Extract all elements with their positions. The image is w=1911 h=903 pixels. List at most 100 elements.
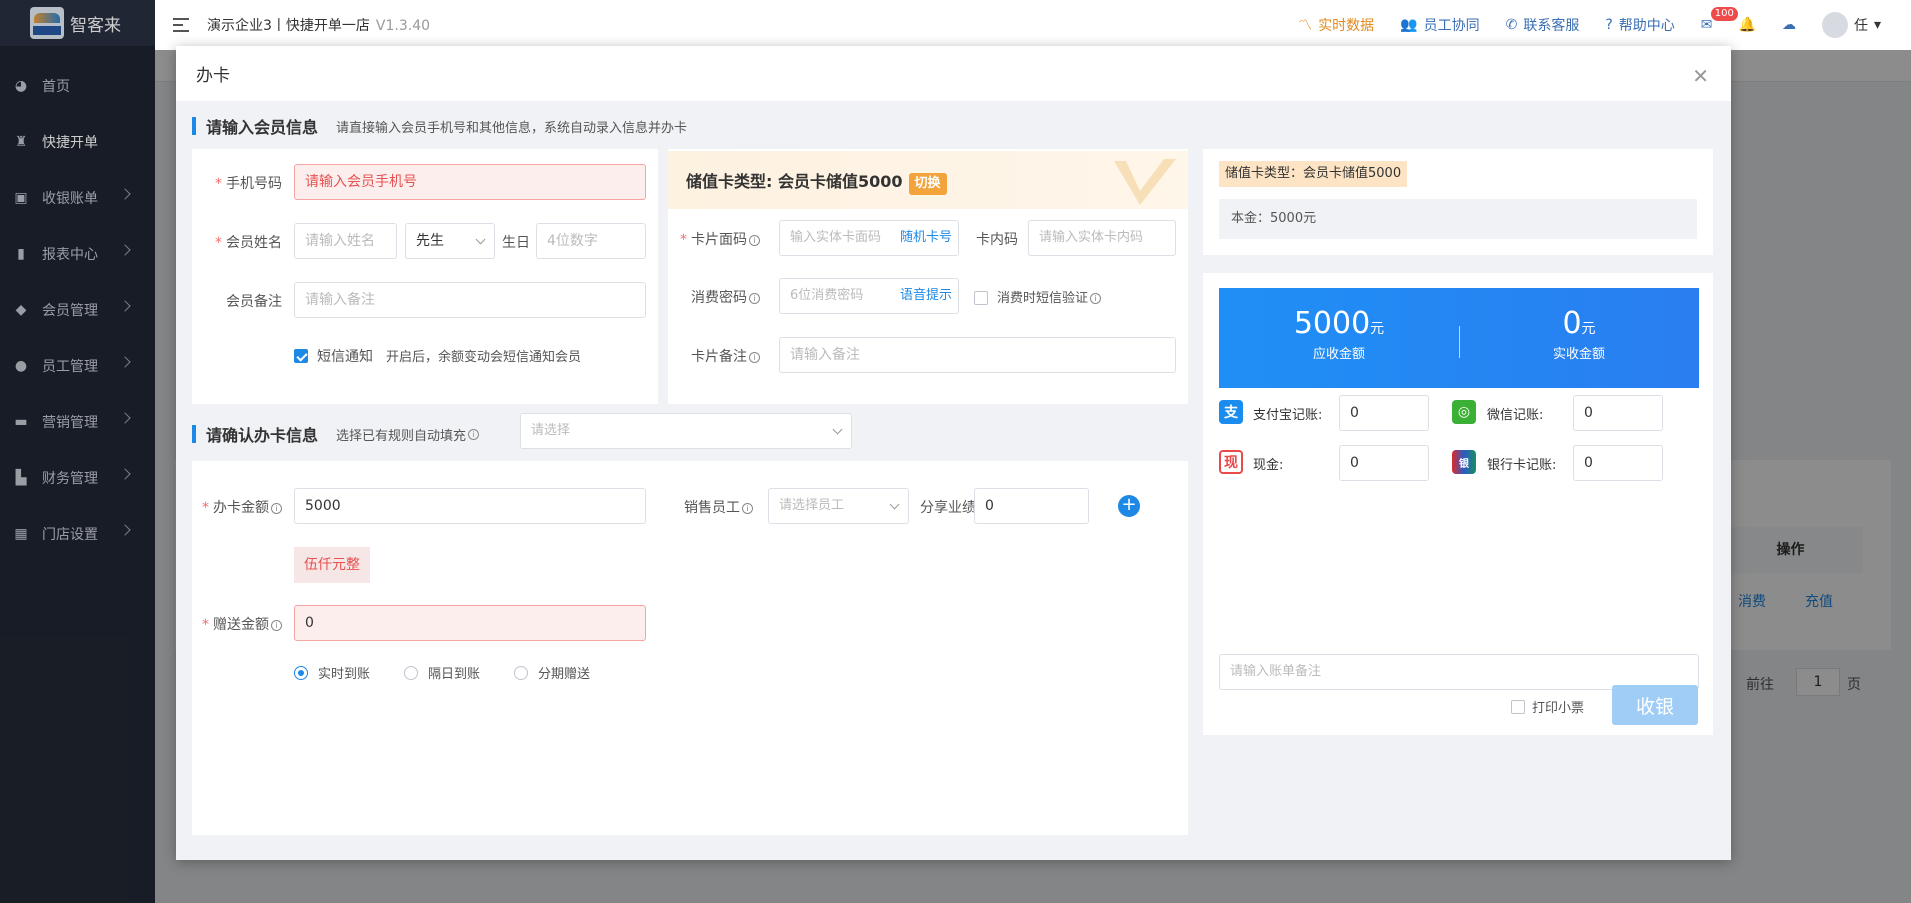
unionpay-icon: 银 [1452,450,1476,474]
member-remark-label: 会员备注 [226,294,282,310]
bank-card-label: 银行卡记账: [1487,458,1557,473]
dialog-title: 办卡 [196,66,230,86]
sales-staff-select[interactable]: 请选择员工 [768,488,909,524]
trend-icon: 〽 [1298,18,1313,34]
wechat-icon: ◎ [1452,400,1476,424]
received-amount: 0元 [1562,306,1596,341]
help-center-link[interactable]: ? 帮助中心 [1605,15,1674,35]
add-staff-icon[interactable]: + [1118,495,1140,517]
member-remark-input[interactable]: 请输入备注 [294,282,646,318]
principal-text: 本金：5000元 [1219,199,1697,239]
print-receipt-checkbox[interactable] [1511,700,1525,714]
card-type-tag: 储值卡类型：会员卡储值5000 [1219,161,1408,187]
caret-down-icon: ▾ [1873,17,1881,33]
password-input[interactable]: 6位消费密码 语音提示 [779,278,959,314]
inner-code-label: 卡内码 [976,232,1018,248]
gift-amount-input[interactable]: 0 [294,605,646,641]
avatar [1821,12,1848,38]
voice-prompt-button[interactable]: 语音提示 [900,279,952,313]
sms-checkbox[interactable] [294,349,308,363]
radio-next-day-label[interactable]: 隔日到账 [428,663,480,682]
cash-input[interactable]: 0 [1339,445,1429,481]
sms-verify-checkbox[interactable] [974,291,988,305]
amount-label: * 办卡金额 i [192,497,282,517]
amount-summary: 5000元应收金额 0元实收金额 [1219,288,1699,388]
cash-label: 现金: [1253,458,1284,473]
phone-label: * 手机号码 [215,176,282,192]
sms-label[interactable]: 短信通知 [317,346,373,366]
name-input[interactable]: 请输入姓名 [294,223,397,259]
bell-icon: 🔔 [1738,17,1756,33]
receivable-amount: 5000元 [1293,306,1385,341]
rule-select[interactable]: 请选择 [520,413,852,449]
wechat-label: 微信记账: [1487,408,1544,423]
birthday-input[interactable]: 4位数字 [536,223,646,259]
bank-card-input[interactable]: 0 [1573,445,1663,481]
v-watermark-icon [1114,159,1176,205]
radio-next-day[interactable] [404,666,418,680]
print-receipt-label[interactable]: 打印小票 [1532,697,1584,716]
amount-in-words: 伍仟元整 [294,547,370,583]
menu-toggle-icon[interactable] [173,18,189,32]
alipay-label: 支付宝记账: [1253,408,1323,423]
amount-input[interactable]: 5000 [294,488,646,524]
checkout-button[interactable]: 收银 [1612,685,1698,725]
radio-realtime[interactable] [294,666,308,680]
alipay-icon: 支 [1219,400,1243,424]
mail-button[interactable]: ✉ 100 [1700,7,1738,33]
inner-code-input[interactable]: 请输入实体卡内码 [1028,220,1176,256]
switch-card-type-button[interactable]: 切换 [908,173,947,195]
radio-realtime-label[interactable]: 实时到账 [318,663,370,682]
card-remark-input[interactable]: 请输入备注 [779,337,1176,373]
chevron-down-icon [889,499,900,510]
card-face-input[interactable]: 输入实体卡面码 随机卡号 [779,220,959,256]
card-remark-label: 卡片备注 i [668,346,760,366]
cloud-icon: ☁ [1781,17,1796,33]
notification-button[interactable]: 🔔 [1739,17,1756,33]
cloud-button[interactable]: ☁ [1782,17,1796,33]
sms-verify-label[interactable]: 消费时短信验证 i [997,287,1102,306]
close-icon[interactable]: ✕ [1692,64,1709,88]
card-summary-panel: 储值卡类型：会员卡储值5000 本金：5000元 [1203,149,1713,255]
card-dialog: 办卡 ✕ 请输入会员信息 请直接输入会员手机号和其他信息，系统自动录入信息并办卡 … [176,46,1731,860]
card-type-bar: 储值卡类型: 会员卡储值5000 切换 [668,151,1188,209]
gender-select[interactable]: 先生 [405,223,495,259]
top-bar: 演示企业3丨快捷开单一店 V1.3.40 〽实时数据 👥 员工协同 ✆ 联系客服 ? 帮… [155,0,1911,50]
help-icon: ? [1605,17,1613,33]
password-label: 消费密码 i [668,287,760,307]
card-type-title: 储值卡类型: 会员卡储值5000 [686,172,903,191]
mail-badge: 100 [1710,7,1738,21]
confirm-panel: * 办卡金额 i 5000 伍仟元整 销售员工 i 请选择员工 分享业绩 0 + * 赠… [192,461,1188,835]
cash-icon: 现 [1219,450,1243,474]
random-card-number-button[interactable]: 随机卡号 [900,221,952,255]
member-info-panel: * 手机号码 请输入会员手机号 * 会员姓名 请输入姓名 先生 生日 4位数字 会员… [192,149,658,404]
chevron-down-icon [475,234,486,245]
contact-support-link[interactable]: ✆ 联系客服 [1506,15,1580,35]
confirm-section-header: 请确认办卡信息 选择已有规则自动填充 i [192,422,480,446]
share-performance-input[interactable]: 0 [974,488,1089,524]
user-menu[interactable]: 任 ▾ [1821,12,1881,38]
birthday-label: 生日 [502,235,530,251]
wechat-input[interactable]: 0 [1573,395,1663,431]
users-icon: 👥 [1400,17,1418,33]
radio-installment-label[interactable]: 分期赠送 [538,663,590,682]
share-performance-label: 分享业绩 [920,500,976,516]
version-label: V1.3.40 [375,18,431,34]
chevron-down-icon [832,424,843,435]
member-section-header: 请输入会员信息 请直接输入会员手机号和其他信息，系统自动录入信息并办卡 [192,114,687,138]
radio-installment[interactable] [514,666,528,680]
gift-amount-label: * 赠送金额 i [192,614,282,634]
sidebar-overlay [0,0,155,903]
receivable-caption: 应收金额 [1312,347,1365,362]
sms-tip: 开启后，余额变动会短信通知会员 [386,350,582,365]
page-title: 演示企业3丨快捷开单一店 V1.3.40 [207,18,431,34]
mail-icon: ✉ [1700,17,1713,33]
staff-collab-link[interactable]: 👥 员工协同 [1400,15,1479,35]
sales-staff-label: 销售员工 i [668,497,753,517]
received-caption: 实收金额 [1552,347,1605,362]
phone-icon: ✆ [1505,17,1518,33]
alipay-input[interactable]: 0 [1339,395,1429,431]
card-face-label: * 卡片面码 i [668,229,760,249]
realtime-data-link[interactable]: 〽实时数据 [1298,15,1374,35]
phone-input[interactable]: 请输入会员手机号 [294,164,646,200]
